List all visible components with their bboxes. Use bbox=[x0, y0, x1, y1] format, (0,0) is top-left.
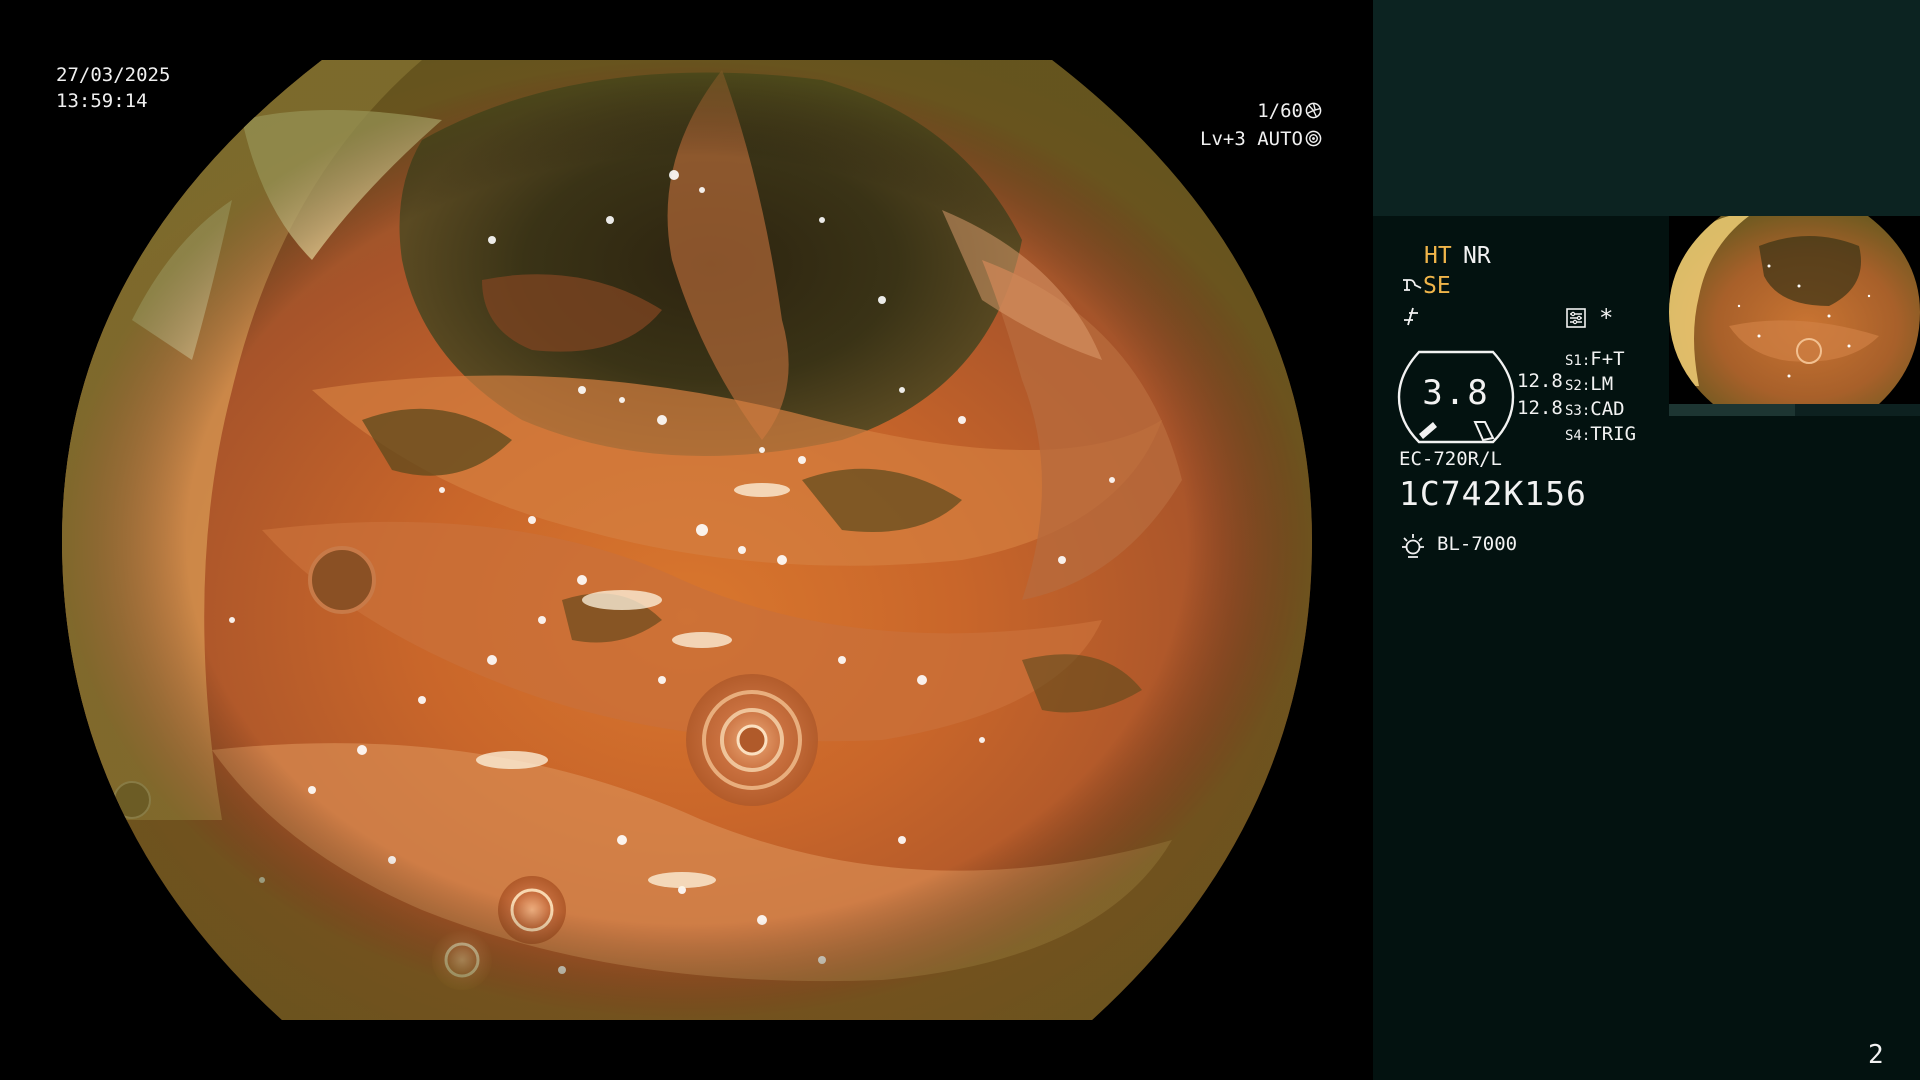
endoscopic-image bbox=[62, 60, 1312, 1020]
pip-status-bar bbox=[1669, 404, 1920, 416]
switch-value: TRIG bbox=[1590, 423, 1637, 445]
nr-indicator: NR bbox=[1463, 243, 1491, 269]
side-panel: HT NR SE * 3.8 12.8 12.8 S1:F+T S2:LM S3… bbox=[1373, 0, 1920, 1080]
zoom-bottom-value: 12.8 bbox=[1517, 397, 1563, 419]
switch-key: S4: bbox=[1565, 428, 1591, 444]
lamp-icon bbox=[1402, 534, 1424, 558]
switch-row-s3: S3:CAD bbox=[1565, 398, 1625, 420]
asterisk-indicator: * bbox=[1599, 304, 1614, 332]
panel-header-block bbox=[1373, 0, 1920, 216]
exposure-level: Lv+3 AUTO bbox=[1200, 128, 1303, 150]
page-number: 2 bbox=[1868, 1040, 1884, 1070]
pip-thumbnail bbox=[1669, 216, 1920, 416]
zoom-top-value: 12.8 bbox=[1517, 370, 1563, 392]
pip-image bbox=[1669, 216, 1920, 404]
shutter-row: 1/60 bbox=[1248, 98, 1322, 124]
switch-row-s2: S2:LM bbox=[1565, 373, 1613, 395]
zoom-value: 3.8 bbox=[1422, 373, 1490, 413]
time-readout: 13:59:14 bbox=[56, 90, 148, 112]
endoscopy-screen: 27/03/2025 13:59:14 1/60 Lv+3 AUTO HT NR… bbox=[0, 0, 1920, 1080]
ht-indicator: HT bbox=[1424, 243, 1452, 269]
scope-icon bbox=[1403, 279, 1422, 291]
switch-row-s4: S4:TRIG bbox=[1565, 423, 1636, 445]
scope-model: EC-720R/L bbox=[1399, 448, 1502, 470]
scope-serial: 1C742K156 bbox=[1399, 474, 1587, 513]
pip-status-segment bbox=[1669, 404, 1795, 416]
switch-value: LM bbox=[1590, 373, 1614, 395]
settings-icon bbox=[1566, 308, 1586, 328]
switch-value: F+T bbox=[1590, 348, 1625, 370]
switch-key: S1: bbox=[1565, 353, 1591, 369]
switch-value: CAD bbox=[1590, 398, 1625, 420]
shutter-icon bbox=[1305, 102, 1322, 119]
se-indicator: SE bbox=[1423, 273, 1451, 299]
enhance-icon bbox=[1404, 307, 1418, 326]
shutter-speed: 1/60 bbox=[1257, 100, 1303, 122]
endoscopic-view: 27/03/2025 13:59:14 1/60 Lv+3 AUTO bbox=[0, 0, 1372, 1080]
switch-key: S3: bbox=[1565, 403, 1591, 419]
iris-icon bbox=[1305, 130, 1322, 147]
switch-key: S2: bbox=[1565, 378, 1591, 394]
date-readout: 27/03/2025 bbox=[56, 64, 171, 86]
light-source: BL-7000 bbox=[1437, 533, 1518, 555]
se-row: SE bbox=[1401, 273, 1451, 299]
exposure-row: Lv+3 AUTO bbox=[1180, 126, 1322, 152]
switch-row-s1: S1:F+T bbox=[1565, 348, 1625, 370]
